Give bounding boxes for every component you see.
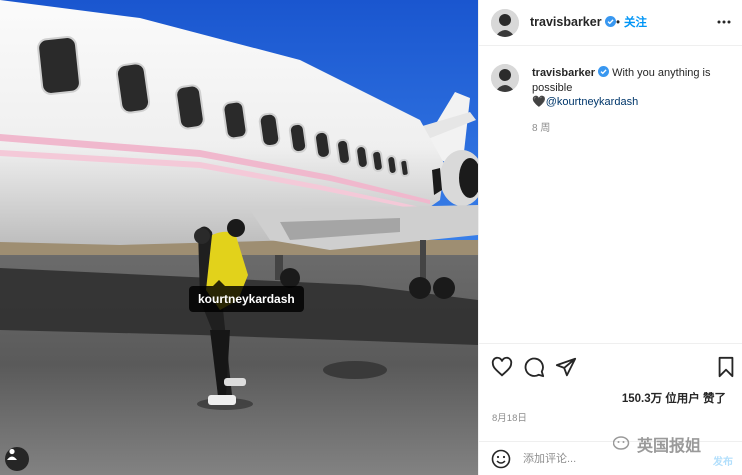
post-side-panel: travisbarker • 关注 travisbarker With you a… [478,0,742,475]
caption-avatar[interactable] [491,64,519,92]
caption-mention-link[interactable]: @kourtneykardash [546,96,639,108]
post-photo[interactable]: kourtneykardash [0,0,478,475]
more-options-icon[interactable] [717,15,731,29]
caption-text: travisbarker With you anything is possib… [532,66,730,110]
likes-count[interactable]: 150.3万 位用户 赞了 [622,390,726,406]
jet-photo-illustration [0,0,478,475]
paper-plane-icon[interactable] [555,356,577,378]
comment-bar: 发布 [479,441,742,475]
post-date: 8月18日 [492,413,527,424]
caption-age: 8 周 [532,123,551,134]
black-heart-emoji: 🖤 [532,96,546,108]
emoji-icon[interactable] [491,449,511,469]
avatar[interactable] [491,9,519,37]
header-username[interactable]: travisbarker [530,15,616,29]
avatar-image [491,9,519,37]
verified-badge-icon [604,16,616,27]
avatar-image [491,64,519,92]
action-bar [479,343,742,387]
post-header: travisbarker • 关注 [479,0,742,46]
watermark: 英国报姐 [613,432,701,456]
caption-username[interactable]: travisbarker [532,67,595,79]
bookmark-icon[interactable] [715,356,737,378]
heart-icon[interactable] [491,356,513,378]
follow-label[interactable]: 关注 [624,17,647,29]
user-tags-icon [7,448,17,460]
follow-button[interactable]: • 关注 [616,14,647,30]
wechat-icon [613,436,630,450]
header-username-text[interactable]: travisbarker [530,15,602,29]
separator-dot: • [616,17,621,29]
watermark-text: 英国报姐 [637,438,702,455]
post-comment-button[interactable]: 发布 [713,453,733,468]
verified-badge-icon [598,66,609,77]
user-tags-button[interactable] [5,447,29,471]
comment-icon[interactable] [523,356,545,378]
user-tag-bubble[interactable]: kourtneykardash [189,280,304,312]
